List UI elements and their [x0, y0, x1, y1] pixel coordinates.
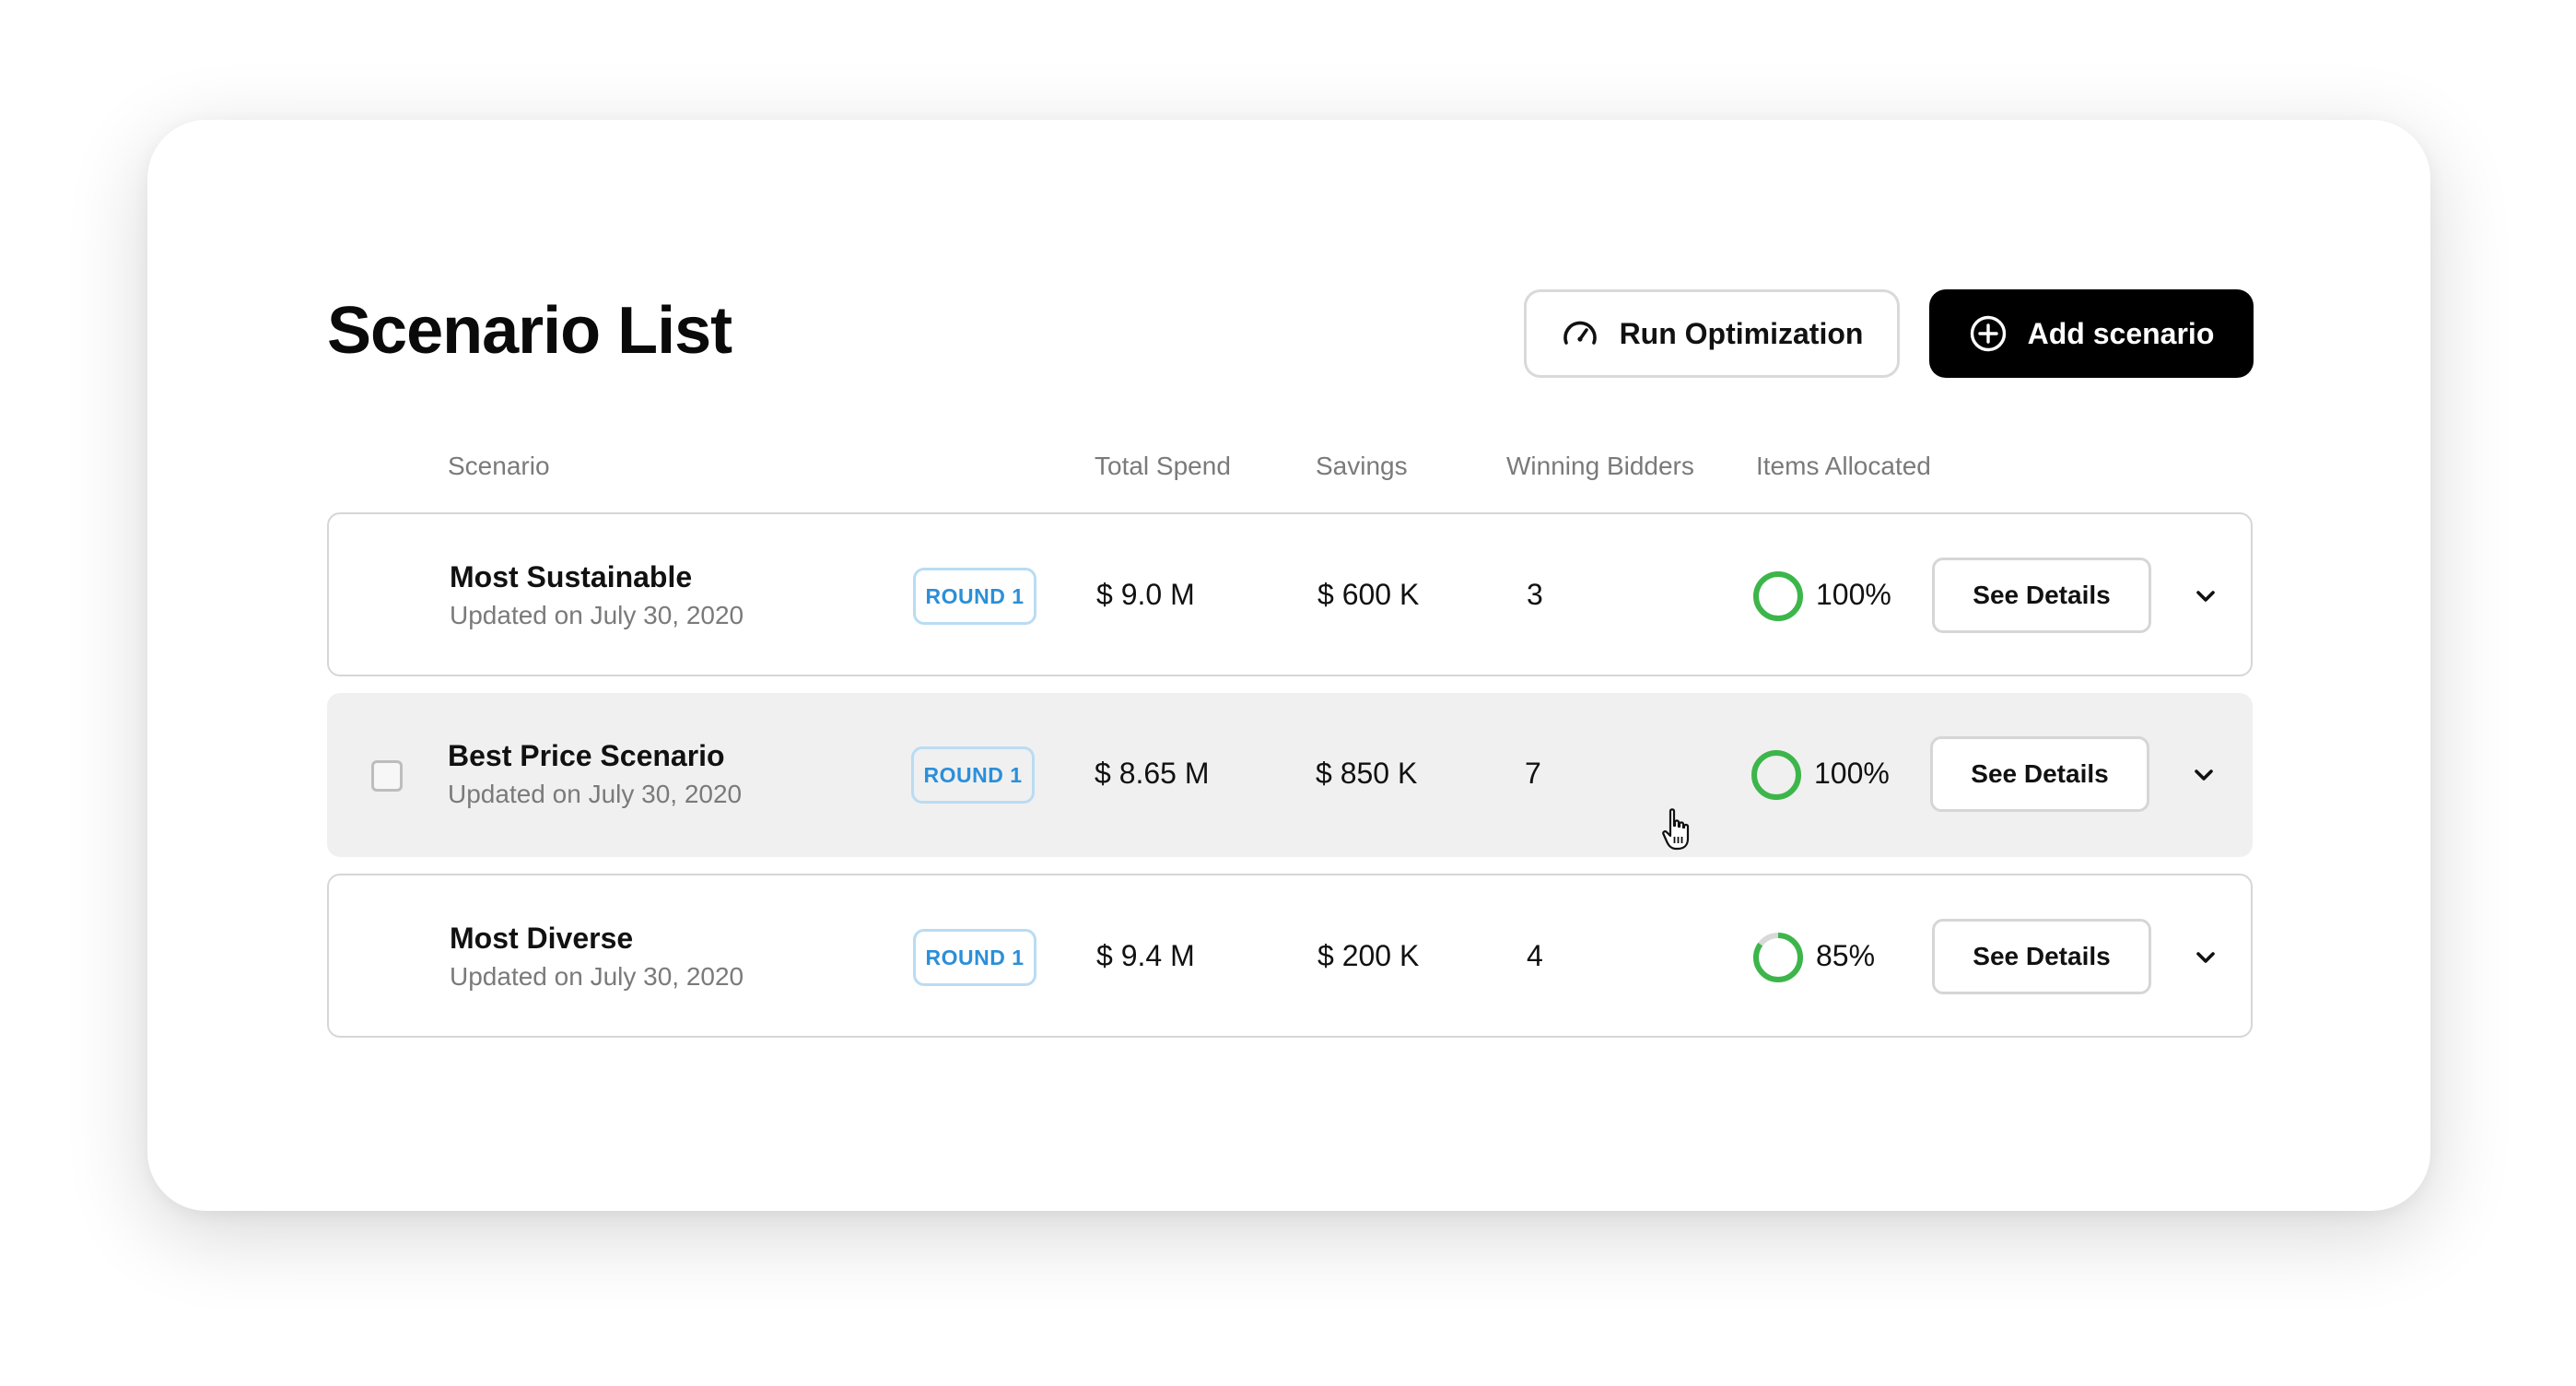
round-badge: ROUND 1 [913, 568, 1036, 625]
items-allocated-ring [1751, 750, 1801, 800]
chevron-down-icon[interactable] [2188, 759, 2219, 791]
scenario-name: Most Diverse [450, 922, 634, 955]
items-allocated-percent: 100% [1814, 757, 1890, 790]
scenario-name: Most Sustainable [450, 560, 693, 593]
total-spend-value: $ 9.4 M [1096, 939, 1195, 972]
items-allocated-ring [1753, 571, 1803, 621]
plus-circle-icon [1969, 314, 2008, 353]
savings-value: $ 850 K [1316, 757, 1418, 790]
scenario-row[interactable]: Best Price Scenario Updated on July 30, … [327, 693, 2253, 857]
round-badge: ROUND 1 [913, 929, 1036, 986]
column-header-total-spend: Total Spend [1095, 452, 1231, 480]
savings-value: $ 600 K [1317, 578, 1420, 611]
winning-bidders-value: 3 [1527, 578, 1543, 611]
column-header-items-allocated: Items Allocated [1756, 452, 1931, 480]
see-details-button[interactable]: See Details [1932, 558, 2151, 633]
add-scenario-label: Add scenario [2027, 316, 2215, 350]
items-allocated-percent: 85% [1816, 939, 1876, 972]
items-allocated-ring [1753, 933, 1803, 982]
chevron-down-icon[interactable] [2190, 581, 2221, 612]
total-spend-value: $ 9.0 M [1096, 578, 1195, 611]
run-optimization-button[interactable]: Run Optimization [1524, 289, 1900, 378]
column-header-savings: Savings [1316, 452, 1408, 480]
run-optimization-label: Run Optimization [1619, 316, 1864, 350]
round-badge: ROUND 1 [911, 746, 1035, 804]
row-checkbox[interactable] [371, 760, 403, 792]
winning-bidders-value: 7 [1525, 757, 1541, 790]
items-allocated-percent: 100% [1816, 578, 1891, 611]
scenario-name: Best Price Scenario [448, 739, 725, 772]
chevron-down-icon[interactable] [2190, 942, 2221, 973]
total-spend-value: $ 8.65 M [1095, 757, 1210, 790]
winning-bidders-value: 4 [1527, 939, 1543, 972]
scenario-updated-date: Updated on July 30, 2020 [450, 601, 744, 629]
see-details-button[interactable]: See Details [1932, 919, 2151, 994]
savings-value: $ 200 K [1317, 939, 1420, 972]
hand-pointer-cursor-icon [1662, 808, 1690, 851]
scenario-row[interactable]: Most Diverse Updated on July 30, 2020 RO… [327, 874, 2253, 1038]
speedometer-icon [1561, 314, 1599, 353]
column-header-winning-bidders: Winning Bidders [1506, 452, 1694, 480]
page-title: Scenario List [327, 294, 732, 368]
scenario-row[interactable]: Most Sustainable Updated on July 30, 202… [327, 512, 2253, 676]
see-details-button[interactable]: See Details [1930, 736, 2149, 812]
scenario-updated-date: Updated on July 30, 2020 [450, 962, 744, 991]
column-header-scenario: Scenario [448, 452, 550, 480]
add-scenario-button[interactable]: Add scenario [1929, 289, 2254, 378]
scenario-updated-date: Updated on July 30, 2020 [448, 780, 743, 808]
